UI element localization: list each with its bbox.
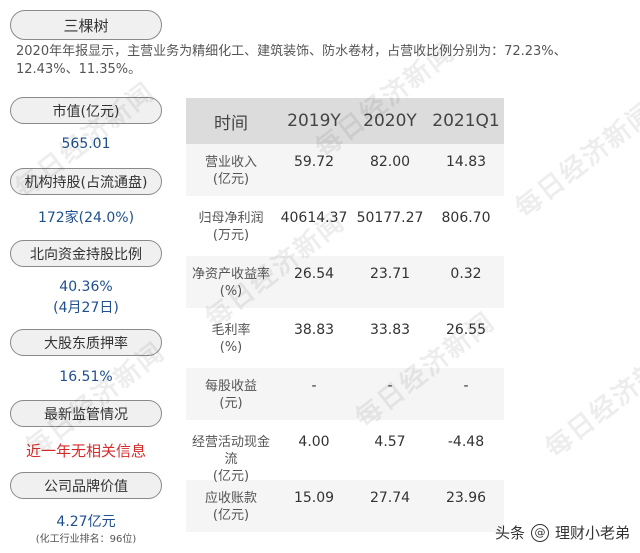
- row-label: 经营活动现金流 (亿元): [191, 435, 270, 484]
- brand-prefix: 头条: [494, 524, 525, 542]
- header-2021q1: 2021Q1: [432, 111, 500, 131]
- brand-value-label: 公司品牌价值: [10, 472, 162, 499]
- table-cell: 23.71: [369, 266, 411, 282]
- table-cell: 27.74: [369, 490, 411, 506]
- table-cell: -: [311, 378, 317, 394]
- northbound-value: 40.36%: [59, 279, 113, 295]
- row-label: 每股收益 (元): [204, 379, 257, 411]
- table-cell: 0.32: [450, 266, 482, 282]
- table-cell: -: [463, 378, 469, 394]
- at-icon: @: [530, 523, 549, 542]
- table-cell: -4.48: [447, 434, 485, 450]
- table-cell: 33.83: [369, 322, 411, 338]
- table-cell: 50177.27: [356, 210, 424, 226]
- row-label: 应收账款 (亿元): [204, 491, 257, 523]
- table-cell: 23.96: [445, 490, 487, 506]
- table-cell: 14.83: [445, 154, 487, 170]
- table-cell: 38.83: [293, 322, 335, 338]
- table-cell: 15.09: [293, 490, 335, 506]
- institution-value: 172家(24.0%): [37, 210, 135, 226]
- row-label: 营业收入 (亿元): [204, 155, 257, 187]
- brand-name: 理财小老弟: [554, 524, 630, 542]
- business-description: 2020年年报显示，主营业务为精细化工、建筑装饰、防水卷材，占营收比例分别为：7…: [16, 44, 567, 77]
- company-title: 三棵树: [10, 10, 162, 40]
- industry-rank: (化工行业排名：96位): [35, 534, 137, 545]
- row-label: 毛利率 (%): [211, 323, 251, 355]
- northbound-date: (4月27日): [53, 300, 119, 316]
- northbound-label: 北向资金持股比例: [10, 240, 162, 267]
- watermark: 每日经济新闻: [510, 96, 640, 225]
- brand-value: 4.27亿元: [56, 514, 116, 530]
- row-label: 归母净利润 (万元): [198, 211, 264, 243]
- table-cell: 59.72: [293, 154, 335, 170]
- watermark: 每日经济新闻: [540, 336, 640, 465]
- table-cell: 4.00: [298, 434, 330, 450]
- table-cell: 806.70: [441, 210, 491, 226]
- header-time: 时间: [214, 113, 248, 134]
- table-cell: 82.00: [369, 154, 411, 170]
- author-brand: 头条 @ 理财小老弟: [495, 522, 630, 543]
- table-cell: 4.57: [374, 434, 406, 450]
